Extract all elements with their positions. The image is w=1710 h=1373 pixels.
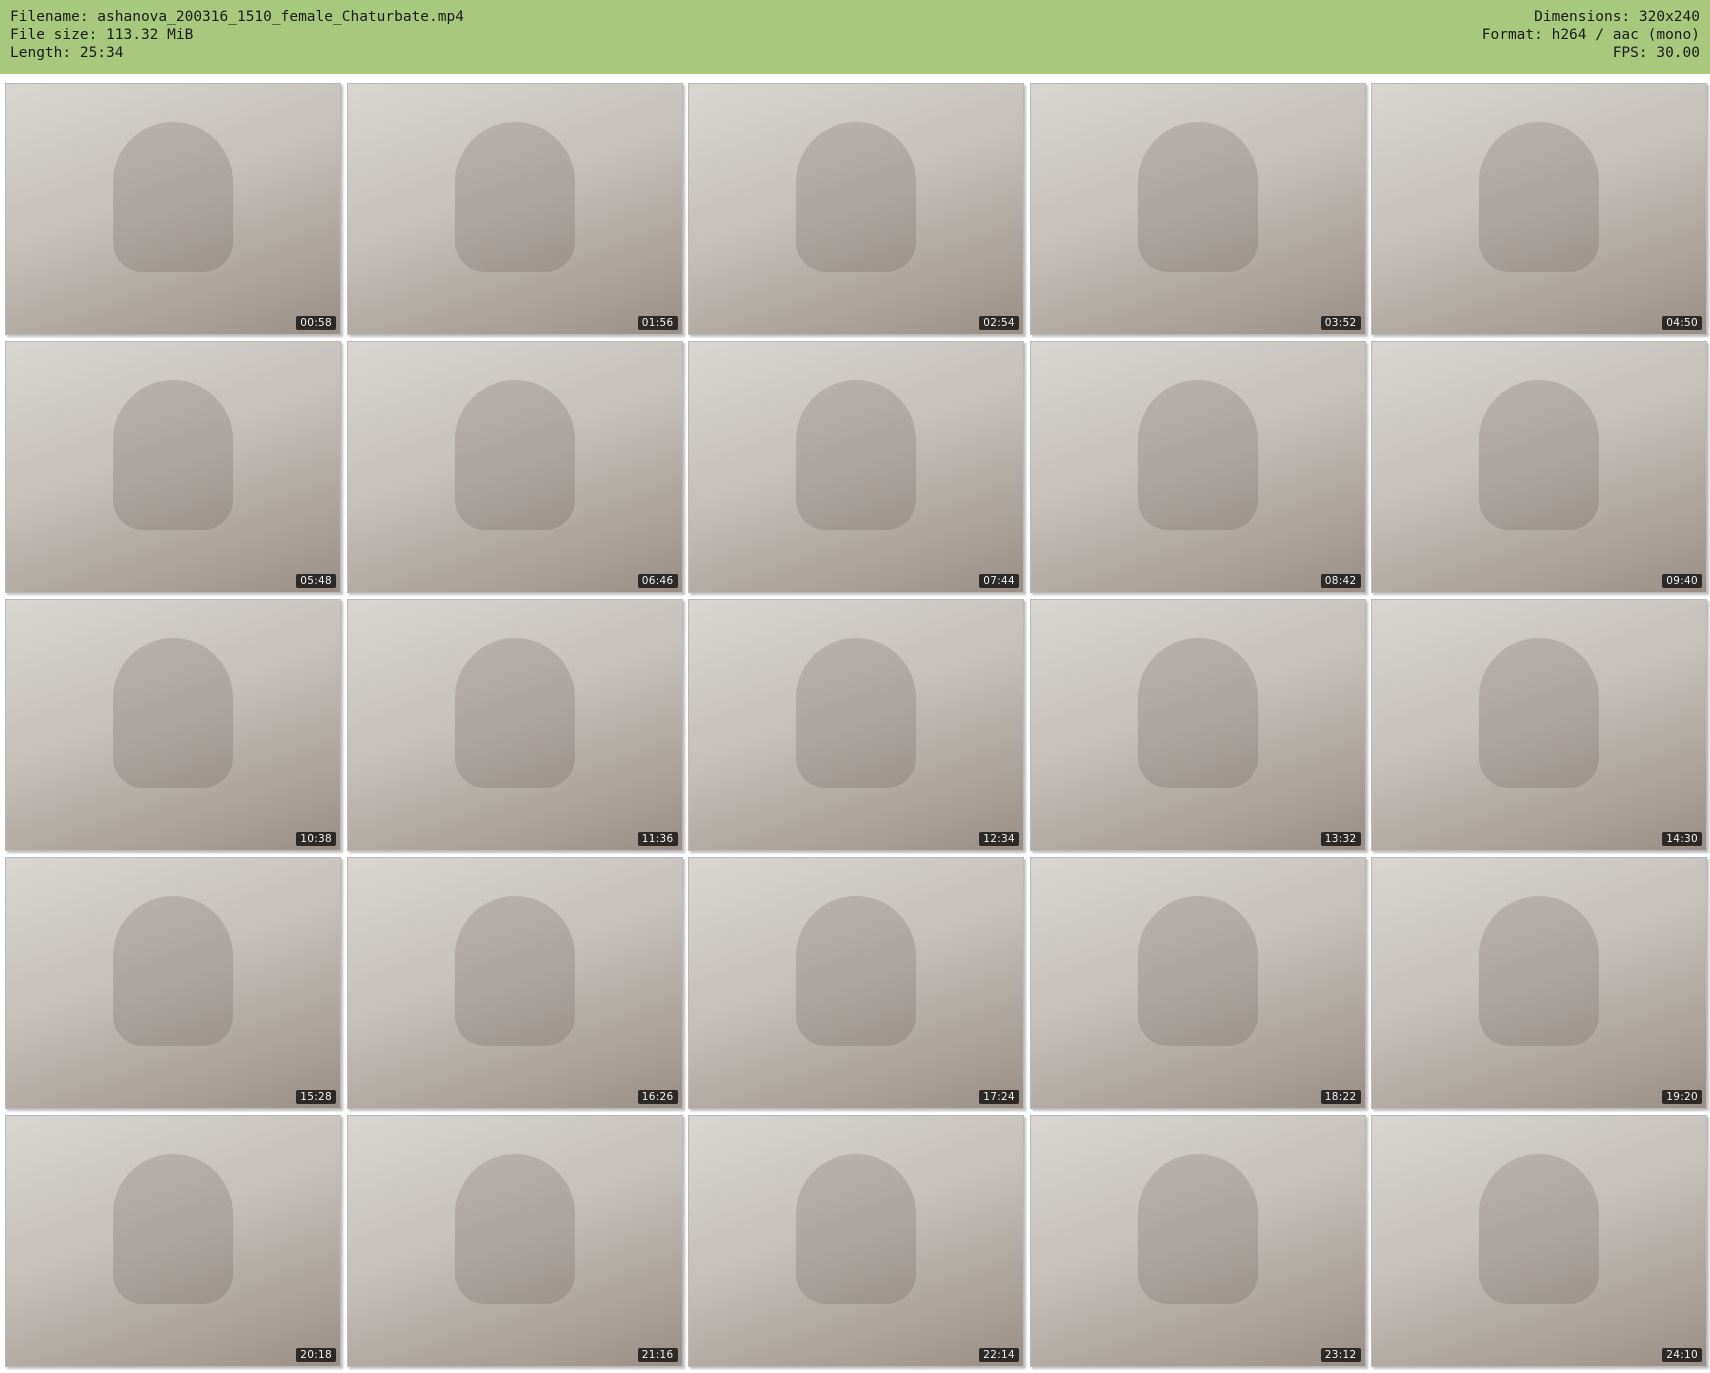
timestamp-label: 05:48 <box>296 574 336 588</box>
length-text: Length: 25:34 <box>10 45 124 61</box>
thumbnail-frame: 20:18 <box>5 1115 341 1367</box>
thumbnail-frame: 05:48 <box>5 341 341 593</box>
timestamp-label: 22:14 <box>979 1348 1019 1362</box>
frame-placeholder <box>1137 1153 1258 1304</box>
timestamp-label: 06:46 <box>637 574 678 588</box>
timestamp-label: 24:10 <box>1662 1348 1702 1362</box>
format-text: Format: h264 / aac (mono) <box>1481 27 1700 43</box>
frame-placeholder <box>454 895 575 1046</box>
thumbnail-grid: 00:58 01:56 02:54 03:52 04:50 05:48 06:46 07:44… <box>5 83 1707 1367</box>
frame-placeholder <box>1137 895 1258 1046</box>
timestamp-label: 13:32 <box>1320 832 1361 846</box>
frame-placeholder <box>454 121 575 272</box>
file-info-right: Dimensions: 320x240 Format: h264 / aac (… <box>1482 8 1700 62</box>
frame-placeholder <box>1479 379 1599 530</box>
metadata-header: Filename: ashanova_200316_1510_female_Ch… <box>0 0 1710 74</box>
frame-placeholder <box>1479 121 1599 272</box>
frame-placeholder <box>113 121 233 272</box>
timestamp-label: 17:24 <box>979 1090 1019 1104</box>
frame-placeholder <box>454 637 575 788</box>
timestamp-label: 20:18 <box>296 1348 336 1362</box>
timestamp-label: 10:38 <box>296 832 336 846</box>
thumbnail-frame: 13:32 <box>1029 599 1366 851</box>
timestamp-label: 21:16 <box>637 1348 678 1362</box>
thumbnail-frame: 14:30 <box>1371 599 1707 851</box>
timestamp-label: 01:56 <box>637 316 678 330</box>
thumbnail-frame: 24:10 <box>1371 1115 1707 1367</box>
timestamp-label: 08:42 <box>1320 574 1361 588</box>
frame-placeholder <box>113 637 233 788</box>
thumbnail-frame: 01:56 <box>346 83 683 335</box>
thumbnail-frame: 04:50 <box>1371 83 1707 335</box>
thumbnail-frame: 15:28 <box>5 857 341 1109</box>
filename-text: Filename: ashanova_200316_1510_female_Ch… <box>10 9 464 25</box>
timestamp-label: 23:12 <box>1320 1348 1361 1362</box>
timestamp-label: 18:22 <box>1320 1090 1361 1104</box>
thumbnail-frame: 11:36 <box>346 599 683 851</box>
timestamp-label: 19:20 <box>1662 1090 1702 1104</box>
thumbnail-frame: 23:12 <box>1029 1115 1366 1367</box>
thumbnail-frame: 17:24 <box>688 857 1024 1109</box>
thumbnail-frame: 21:16 <box>346 1115 683 1367</box>
timestamp-label: 03:52 <box>1320 316 1361 330</box>
timestamp-label: 14:30 <box>1662 832 1702 846</box>
frame-placeholder <box>113 895 233 1046</box>
frame-placeholder <box>1479 637 1599 788</box>
fps-text: FPS: 30.00 <box>1612 45 1700 61</box>
thumbnail-frame: 00:58 <box>5 83 341 335</box>
frame-placeholder <box>796 1153 916 1304</box>
frame-placeholder <box>1137 379 1258 530</box>
thumbnail-frame: 18:22 <box>1029 857 1366 1109</box>
frame-placeholder <box>796 895 916 1046</box>
thumbnail-frame: 16:26 <box>346 857 683 1109</box>
frame-placeholder <box>113 379 233 530</box>
frame-placeholder <box>454 1153 575 1304</box>
timestamp-label: 16:26 <box>637 1090 678 1104</box>
thumbnail-frame: 03:52 <box>1029 83 1366 335</box>
thumbnail-frame: 19:20 <box>1371 857 1707 1109</box>
frame-placeholder <box>1479 895 1599 1046</box>
timestamp-label: 04:50 <box>1662 316 1702 330</box>
thumbnail-frame: 09:40 <box>1371 341 1707 593</box>
frame-placeholder <box>796 637 916 788</box>
timestamp-label: 00:58 <box>296 316 336 330</box>
frame-placeholder <box>113 1153 233 1304</box>
thumbnail-frame: 02:54 <box>688 83 1024 335</box>
frame-placeholder <box>796 379 916 530</box>
frame-placeholder <box>1137 637 1258 788</box>
thumbnail-frame: 07:44 <box>688 341 1024 593</box>
timestamp-label: 12:34 <box>979 832 1019 846</box>
thumbnail-frame: 06:46 <box>346 341 683 593</box>
frame-placeholder <box>796 121 916 272</box>
timestamp-label: 15:28 <box>296 1090 336 1104</box>
timestamp-label: 09:40 <box>1662 574 1702 588</box>
frame-placeholder <box>1479 1153 1599 1304</box>
thumbnail-frame: 12:34 <box>688 599 1024 851</box>
frame-placeholder <box>454 379 575 530</box>
thumbnail-frame: 10:38 <box>5 599 341 851</box>
timestamp-label: 11:36 <box>637 832 678 846</box>
filesize-text: File size: 113.32 MiB <box>10 27 194 43</box>
dimensions-text: Dimensions: 320x240 <box>1534 9 1700 25</box>
thumbnail-frame: 22:14 <box>688 1115 1024 1367</box>
timestamp-label: 07:44 <box>979 574 1019 588</box>
file-info-left: Filename: ashanova_200316_1510_female_Ch… <box>10 8 464 62</box>
timestamp-label: 02:54 <box>979 316 1019 330</box>
thumbnail-frame: 08:42 <box>1029 341 1366 593</box>
frame-placeholder <box>1137 121 1258 272</box>
